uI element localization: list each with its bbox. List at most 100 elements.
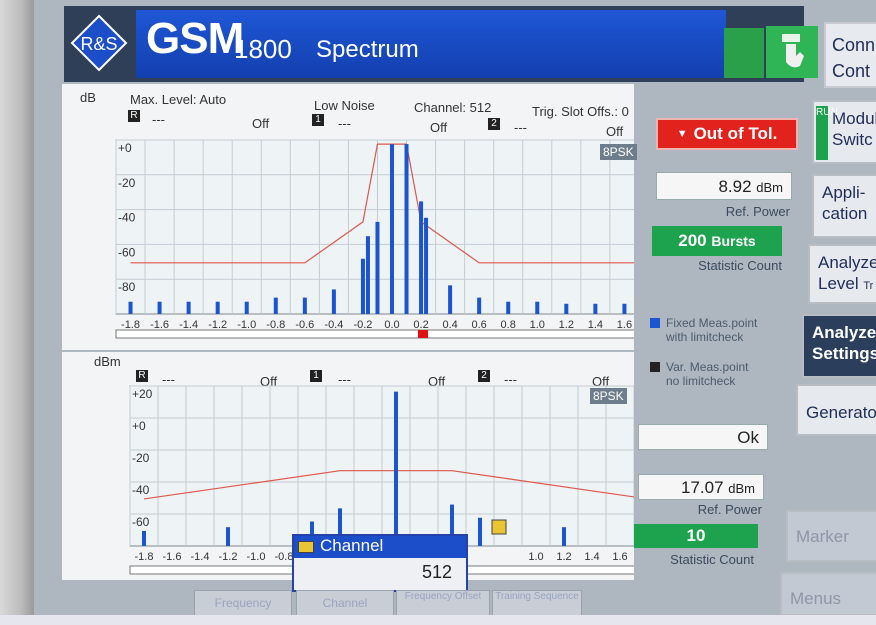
softkey-frequency[interactable]: Frequency — [194, 590, 292, 615]
burst-count: 200 Bursts — [652, 226, 782, 256]
marker-button[interactable]: Marker — [786, 510, 876, 562]
g1-y-tick-label: -80 — [118, 280, 136, 294]
ref-power-1-unit: dBm — [756, 180, 783, 195]
g1-y-tick-label: -60 — [118, 245, 136, 259]
g1-scrollbar[interactable] — [115, 329, 634, 339]
analyzer-level-suffix: Tr — [863, 280, 874, 292]
g1-bar — [448, 285, 453, 314]
var-meas-legend-icon — [650, 362, 660, 372]
g2-x-tick-label: -1.4 — [191, 551, 210, 563]
mode-label: Spectrum — [316, 36, 419, 63]
bottom-strip — [0, 615, 876, 625]
modulation-switching-button[interactable]: RUN Modul Switc — [812, 100, 876, 164]
fixed-meas-line2: with limitcheck — [666, 330, 744, 344]
g1-y-tick-label: -20 — [118, 176, 136, 190]
var-meas-legend: Var. Meas.point no limitcheck — [666, 360, 749, 388]
g1-y-tick-label: -40 — [118, 211, 136, 225]
g1-bar — [593, 303, 598, 314]
ref-power-2: 17.07 dBm — [638, 474, 764, 500]
analyzer-level-button[interactable]: Analyze Level Tr — [808, 244, 876, 304]
g1-bar — [273, 297, 278, 314]
spectrum-graph-modulation: dB Max. Level: Auto Low Noise Channel: 5… — [62, 84, 637, 350]
analyzer-level-label-1: Analyze — [818, 253, 876, 272]
mod-tag-1: 8PSK — [600, 144, 637, 160]
g1-x-tick-label: -0.2 — [353, 319, 372, 331]
g1-x-tick-label: -1.8 — [121, 319, 140, 331]
g1-x-tick-label: 1.0 — [530, 319, 545, 331]
g2-x-tick-label: 1.4 — [584, 551, 599, 563]
channel-input[interactable]: 512 — [294, 562, 466, 583]
connection-control-button[interactable]: Conn Cont — [824, 22, 876, 88]
g1-x-tick-label: 0.4 — [442, 319, 457, 331]
g1-x-tick-label: 0.8 — [501, 319, 516, 331]
g1-bar — [375, 221, 380, 314]
g1-x-tick-label: 1.4 — [588, 319, 603, 331]
g2-x-tick-label: -1.8 — [135, 551, 154, 563]
ref-power-1: 8.92 dBm — [656, 172, 792, 200]
instrument-screen: R&S GSM 1800 Spectrum Conn Cont dB Max. … — [34, 0, 876, 615]
g1-bar — [404, 144, 409, 314]
hand-icon[interactable] — [766, 26, 818, 78]
analyzer-settings-button[interactable]: Analyzer Settings — [802, 314, 876, 378]
page-title: GSM — [146, 14, 244, 63]
keyboard-icon — [298, 541, 314, 553]
fixed-meas-legend: Fixed Meas.point with limitcheck — [666, 316, 757, 344]
connection-control-label-2: Cont — [832, 61, 871, 81]
g1-bar — [186, 301, 191, 314]
g1-bar — [564, 303, 569, 314]
rohde-schwarz-logo: R&S — [70, 14, 128, 72]
g1-x-tick-label: -0.4 — [324, 319, 343, 331]
softkey-training-sequence[interactable]: Training Sequence — [492, 590, 582, 615]
burst-count-unit: Bursts — [711, 233, 756, 249]
generator-button[interactable]: Generator — [796, 384, 876, 436]
g2-y-tick-label: -40 — [132, 483, 150, 497]
channel-popup[interactable]: Channel 512 — [292, 534, 468, 592]
g1-x-tick-label: 1.6 — [617, 319, 632, 331]
spectrum-plot-1[interactable]: +0 -20 -40 -60 -80 -1.8 -1.6 -1.4 -1.2 -1.0 -0.8 -0… — [62, 84, 634, 350]
ref-power-caption-1: Ref. Power — [725, 204, 790, 219]
ref-power-1-value: 8.92 — [718, 177, 752, 196]
g2-x-tick-label: 1.2 — [556, 551, 571, 563]
g1-y-tick-label: +0 — [118, 141, 132, 155]
analyzer-settings-label-1: Analyzer — [812, 323, 876, 342]
g1-scroll-thumb[interactable] — [418, 330, 428, 338]
g2-marker-q-icon[interactable] — [491, 519, 507, 535]
statistic-count-caption: Statistic Count — [698, 258, 782, 273]
g2-bar — [478, 517, 482, 546]
title-bar: GSM 1800 Spectrum — [136, 10, 726, 78]
g1-bar — [360, 258, 365, 314]
ref-power-2-unit: dBm — [728, 481, 755, 496]
g1-bar — [390, 144, 394, 314]
g1-bar — [419, 201, 424, 314]
triangle-down-icon: ▼ — [676, 128, 688, 140]
application-button[interactable]: Appli- cation — [812, 174, 876, 238]
softkey-frequency-offset[interactable]: Frequency Offset — [396, 590, 490, 615]
g1-bar — [365, 236, 370, 314]
g2-x-tick-label: -1.0 — [247, 551, 266, 563]
g1-x-tick-label: -1.4 — [179, 319, 198, 331]
g2-x-tick-label: 1.6 — [612, 551, 627, 563]
analyzer-settings-label-2: Settings — [812, 344, 876, 363]
run-indicator: RUN — [816, 106, 838, 160]
analyzer-level-label-2: Level — [818, 274, 859, 293]
menus-button[interactable]: Menus — [780, 572, 876, 615]
device-bezel — [0, 0, 34, 625]
g2-x-tick-label: 1.0 — [528, 551, 543, 563]
g2-y-tick-label: -20 — [132, 451, 150, 465]
softkey-channel[interactable]: Channel — [296, 590, 394, 615]
g1-bar — [535, 301, 540, 314]
g2-y-tick-label: +0 — [132, 419, 146, 433]
g1-bar — [622, 303, 627, 314]
mod-tag-2: 8PSK — [590, 388, 627, 404]
g1-bar — [157, 301, 162, 314]
g1-bar — [244, 301, 249, 314]
ref-power-caption-2: Ref. Power — [697, 502, 762, 517]
modul-label-1: Modul — [832, 109, 876, 128]
statistic-count-caption-2: Statistic Count — [670, 552, 754, 567]
g2-bar — [562, 527, 566, 546]
connection-control-label-1: Conn — [832, 35, 876, 55]
g1-x-tick-label: 0.2 — [413, 319, 428, 331]
g1-x-tick-label: 0.0 — [384, 319, 399, 331]
g2-y-tick-label: +20 — [132, 387, 153, 401]
connection-icon[interactable] — [724, 28, 764, 78]
